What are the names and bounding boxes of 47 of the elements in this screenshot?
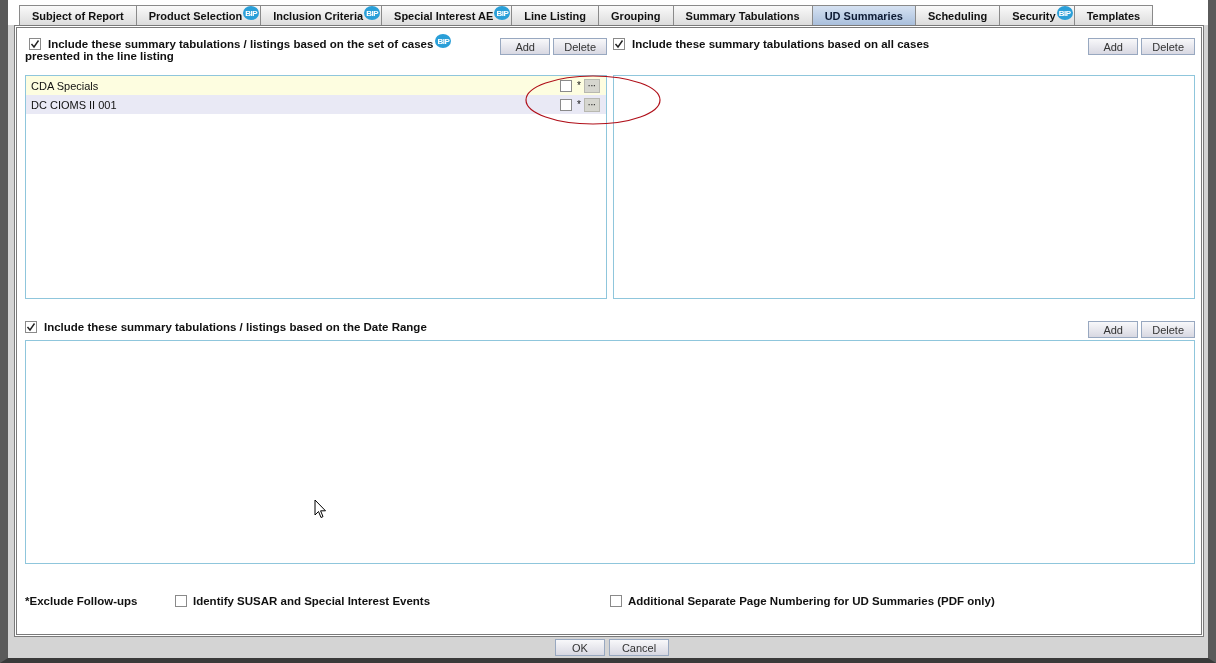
checkbox[interactable] — [613, 38, 625, 50]
row-name: CDA Specials — [31, 79, 100, 92]
asterisk-mark: * — [577, 80, 581, 91]
option-label: *Exclude Follow-ups — [25, 595, 138, 607]
list-row[interactable]: DC CIOMS II 001 * ··· — [26, 95, 606, 114]
dialog-button[interactable]: Cancel — [608, 639, 670, 656]
tab[interactable]: Inclusion Criteria BIP — [260, 5, 383, 25]
checkbox[interactable] — [25, 321, 37, 333]
section-button[interactable]: Add — [1088, 321, 1139, 338]
section-button[interactable]: Delete — [1141, 321, 1195, 338]
tab[interactable]: Templates — [1073, 5, 1154, 25]
tab[interactable]: Line Listing — [511, 5, 600, 25]
ellipsis-button[interactable]: ··· — [584, 97, 600, 112]
section-button[interactable]: Delete — [1141, 38, 1195, 55]
mouse-pointer-icon — [314, 499, 327, 519]
ellipsis-button[interactable]: ··· — [584, 78, 600, 93]
bip-badge: BIP — [243, 6, 260, 20]
checkbox[interactable] — [29, 38, 41, 50]
checkbox[interactable] — [610, 595, 622, 607]
tab[interactable]: Subject of Report — [19, 5, 137, 25]
tab[interactable]: Grouping — [598, 5, 674, 25]
asterisk-mark: * — [577, 99, 581, 110]
section-title-continued: presented in the line listing — [25, 50, 175, 62]
checkbox-label: Identify SUSAR and Special Interest Events — [193, 595, 431, 607]
bip-badge: BIP — [435, 34, 452, 48]
bip-badge: BIP — [364, 6, 381, 20]
list-row[interactable]: CDA Specials * ··· — [26, 76, 606, 95]
bip-badge: BIP — [1056, 6, 1073, 20]
section-button[interactable]: Delete — [553, 38, 607, 55]
tab[interactable]: Security BIP — [999, 5, 1075, 25]
bip-badge: BIP — [494, 6, 511, 20]
checkbox[interactable] — [175, 595, 187, 607]
checkbox[interactable] — [560, 79, 573, 92]
section-button[interactable]: Add — [500, 38, 551, 55]
checkbox-label: Additional Separate Page Numbering for UD Summaries (PDF only) — [628, 595, 995, 607]
section-title: Include these summary tabulations / listings based on the set of cases — [48, 38, 434, 50]
tab[interactable]: UD Summaries — [811, 5, 916, 25]
dialog-button[interactable]: OK — [554, 639, 605, 656]
section-title: Include these summary tabulations / listings based on the Date Range — [44, 321, 427, 333]
checkbox[interactable] — [560, 98, 573, 111]
tab[interactable]: Scheduling — [914, 5, 1001, 25]
tab[interactable]: Summary Tabulations — [672, 5, 813, 25]
tab[interactable]: Special Interest AE BIP — [381, 5, 513, 25]
tab[interactable]: Product Selection BIP — [135, 5, 262, 25]
section-title: Include these summary tabulations based on all cases — [632, 38, 930, 50]
row-name: DC CIOMS II 001 — [31, 98, 118, 111]
section-button[interactable]: Add — [1088, 38, 1139, 55]
